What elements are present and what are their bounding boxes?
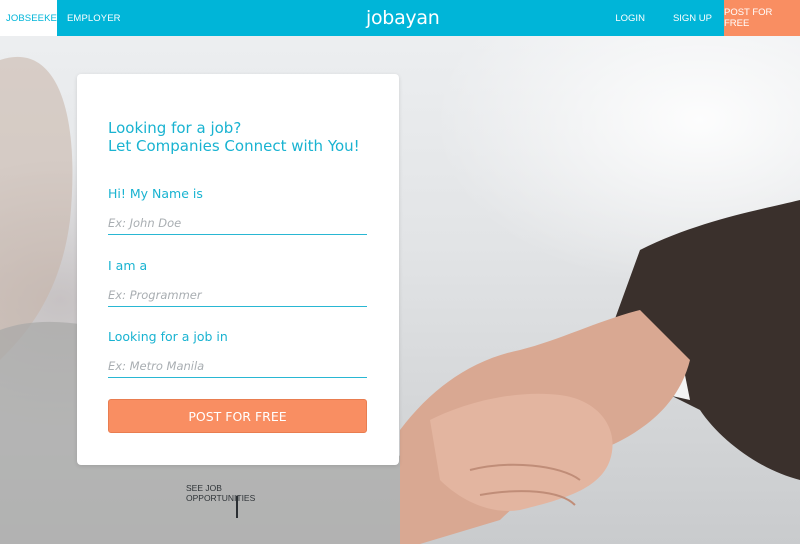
login-link[interactable]: LOGIN (615, 13, 645, 24)
jobayan-logo[interactable]: jobayan (366, 4, 440, 32)
brand-name: jobayan (366, 7, 440, 29)
tab-employer[interactable]: EMPLOYER (57, 0, 131, 36)
top-navigation-bar: JOBSEEKER EMPLOYER jobayan LOGIN SIGN UP… (0, 0, 800, 36)
form-headline: Looking for a job? Let Companies Connect… (108, 119, 388, 155)
role-input[interactable] (108, 283, 367, 307)
signup-link[interactable]: SIGN UP (673, 13, 712, 24)
tab-jobseeker[interactable]: JOBSEEKER (0, 0, 64, 36)
name-input[interactable] (108, 211, 367, 235)
post-for-free-button[interactable]: POST FOR FREE (108, 399, 367, 433)
scroll-indicator-line (236, 496, 238, 518)
see-job-opportunities-link[interactable]: SEE JOB OPPORTUNITIES (186, 483, 290, 503)
location-input[interactable] (108, 354, 367, 378)
headline-line-1: Looking for a job? (108, 119, 242, 137)
location-label: Looking for a job in (108, 329, 228, 344)
name-label: Hi! My Name is (108, 186, 203, 201)
headline-line-2: Let Companies Connect with You! (108, 137, 360, 155)
jobseeker-form-card: Looking for a job? Let Companies Connect… (77, 74, 399, 465)
post-for-free-nav-button[interactable]: POST FOR FREE (724, 0, 800, 36)
account-links: LOGIN SIGN UP (599, 0, 724, 36)
role-label: I am a (108, 258, 148, 273)
